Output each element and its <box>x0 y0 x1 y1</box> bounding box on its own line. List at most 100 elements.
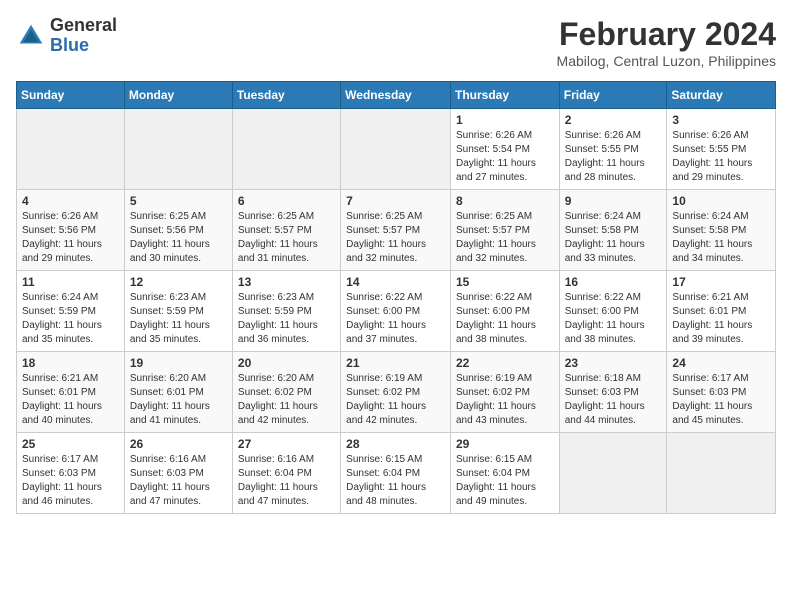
day-info: Sunrise: 6:19 AMSunset: 6:02 PMDaylight:… <box>456 372 554 428</box>
day-number: 5 <box>130 194 227 208</box>
day-number: 14 <box>346 275 445 289</box>
calendar-cell: 12 Sunrise: 6:23 AMSunset: 5:59 PMDayligh… <box>124 271 232 352</box>
day-number: 19 <box>130 356 227 370</box>
calendar-cell: 19 Sunrise: 6:20 AMSunset: 6:01 PMDayligh… <box>124 352 232 433</box>
month-year-title: February 2024 <box>557 16 776 53</box>
calendar-cell: 4 Sunrise: 6:26 AMSunset: 5:56 PMDaylight… <box>17 190 125 271</box>
week-row-3: 11Sunrise: 6:24 AMSunset: 5:59 PMDayligh… <box>17 271 776 352</box>
day-number: 21 <box>346 356 445 370</box>
day-number: 10 <box>672 194 770 208</box>
calendar-cell: 20 Sunrise: 6:20 AMSunset: 6:02 PMDayligh… <box>232 352 340 433</box>
logo-blue: Blue <box>50 36 117 56</box>
calendar-cell: 23 Sunrise: 6:18 AMSunset: 6:03 PMDayligh… <box>559 352 667 433</box>
calendar-cell <box>17 109 125 190</box>
day-info: Sunrise: 6:16 AMSunset: 6:04 PMDaylight:… <box>238 453 335 509</box>
day-info: Sunrise: 6:25 AMSunset: 5:57 PMDaylight:… <box>238 210 335 266</box>
day-number: 20 <box>238 356 335 370</box>
week-row-1: 1 Sunrise: 6:26 AMSunset: 5:54 PMDaylight… <box>17 109 776 190</box>
day-info: Sunrise: 6:15 AMSunset: 6:04 PMDaylight:… <box>346 453 445 509</box>
day-number: 16 <box>565 275 662 289</box>
day-info: Sunrise: 6:26 AMSunset: 5:56 PMDaylight:… <box>22 210 119 266</box>
day-info: Sunrise: 6:25 AMSunset: 5:57 PMDaylight:… <box>346 210 445 266</box>
day-number: 3 <box>672 113 770 127</box>
calendar-cell: 18 Sunrise: 6:21 AMSunset: 6:01 PMDayligh… <box>17 352 125 433</box>
calendar-cell: 28Sunrise: 6:15 AMSunset: 6:04 PMDayligh… <box>341 433 451 514</box>
day-info: Sunrise: 6:21 AMSunset: 6:01 PMDaylight:… <box>672 291 770 347</box>
day-info: Sunrise: 6:21 AMSunset: 6:01 PMDaylight:… <box>22 372 119 428</box>
day-number: 7 <box>346 194 445 208</box>
calendar-cell: 27 Sunrise: 6:16 AMSunset: 6:04 PMDayligh… <box>232 433 340 514</box>
logo-icon <box>16 21 46 51</box>
calendar-cell <box>124 109 232 190</box>
day-number: 18 <box>22 356 119 370</box>
day-number: 1 <box>456 113 554 127</box>
calendar-cell: 25 Sunrise: 6:17 AMSunset: 6:03 PMDayligh… <box>17 433 125 514</box>
calendar-cell: 24 Sunrise: 6:17 AMSunset: 6:03 PMDayligh… <box>667 352 776 433</box>
calendar-cell: 1 Sunrise: 6:26 AMSunset: 5:54 PMDaylight… <box>450 109 559 190</box>
day-number: 11 <box>22 275 119 289</box>
location-subtitle: Mabilog, Central Luzon, Philippines <box>557 53 776 69</box>
day-number: 15 <box>456 275 554 289</box>
day-number: 13 <box>238 275 335 289</box>
header-day-sunday: Sunday <box>17 82 125 109</box>
day-number: 4 <box>22 194 119 208</box>
day-info: Sunrise: 6:15 AMSunset: 6:04 PMDaylight:… <box>456 453 554 509</box>
calendar-cell: 11Sunrise: 6:24 AMSunset: 5:59 PMDayligh… <box>17 271 125 352</box>
day-info: Sunrise: 6:26 AMSunset: 5:54 PMDaylight:… <box>456 129 554 185</box>
header-day-friday: Friday <box>559 82 667 109</box>
calendar-cell: 21Sunrise: 6:19 AMSunset: 6:02 PMDayligh… <box>341 352 451 433</box>
calendar-cell: 3 Sunrise: 6:26 AMSunset: 5:55 PMDaylight… <box>667 109 776 190</box>
calendar-cell: 15 Sunrise: 6:22 AMSunset: 6:00 PMDayligh… <box>450 271 559 352</box>
day-number: 29 <box>456 437 554 451</box>
day-info: Sunrise: 6:20 AMSunset: 6:02 PMDaylight:… <box>238 372 335 428</box>
day-info: Sunrise: 6:23 AMSunset: 5:59 PMDaylight:… <box>130 291 227 347</box>
day-info: Sunrise: 6:25 AMSunset: 5:57 PMDaylight:… <box>456 210 554 266</box>
day-info: Sunrise: 6:23 AMSunset: 5:59 PMDaylight:… <box>238 291 335 347</box>
day-info: Sunrise: 6:26 AMSunset: 5:55 PMDaylight:… <box>565 129 662 185</box>
day-info: Sunrise: 6:17 AMSunset: 6:03 PMDaylight:… <box>22 453 119 509</box>
calendar-body: 1 Sunrise: 6:26 AMSunset: 5:54 PMDaylight… <box>17 109 776 514</box>
day-number: 12 <box>130 275 227 289</box>
day-number: 25 <box>22 437 119 451</box>
day-number: 22 <box>456 356 554 370</box>
header-day-tuesday: Tuesday <box>232 82 340 109</box>
day-number: 27 <box>238 437 335 451</box>
calendar-cell: 16 Sunrise: 6:22 AMSunset: 6:00 PMDayligh… <box>559 271 667 352</box>
header-day-thursday: Thursday <box>450 82 559 109</box>
day-info: Sunrise: 6:22 AMSunset: 6:00 PMDaylight:… <box>456 291 554 347</box>
header-day-wednesday: Wednesday <box>341 82 451 109</box>
day-info: Sunrise: 6:17 AMSunset: 6:03 PMDaylight:… <box>672 372 770 428</box>
day-number: 24 <box>672 356 770 370</box>
calendar-cell: 8 Sunrise: 6:25 AMSunset: 5:57 PMDaylight… <box>450 190 559 271</box>
day-number: 9 <box>565 194 662 208</box>
calendar-cell: 7 Sunrise: 6:25 AMSunset: 5:57 PMDaylight… <box>341 190 451 271</box>
calendar-cell: 6 Sunrise: 6:25 AMSunset: 5:57 PMDaylight… <box>232 190 340 271</box>
week-row-2: 4 Sunrise: 6:26 AMSunset: 5:56 PMDaylight… <box>17 190 776 271</box>
day-info: Sunrise: 6:22 AMSunset: 6:00 PMDaylight:… <box>565 291 662 347</box>
day-number: 17 <box>672 275 770 289</box>
day-info: Sunrise: 6:20 AMSunset: 6:01 PMDaylight:… <box>130 372 227 428</box>
calendar-cell: 17 Sunrise: 6:21 AMSunset: 6:01 PMDayligh… <box>667 271 776 352</box>
day-info: Sunrise: 6:26 AMSunset: 5:55 PMDaylight:… <box>672 129 770 185</box>
header-day-monday: Monday <box>124 82 232 109</box>
calendar-cell <box>232 109 340 190</box>
calendar-cell <box>559 433 667 514</box>
calendar-header: SundayMondayTuesdayWednesdayThursdayFrid… <box>17 82 776 109</box>
day-info: Sunrise: 6:25 AMSunset: 5:56 PMDaylight:… <box>130 210 227 266</box>
calendar-cell: 9 Sunrise: 6:24 AMSunset: 5:58 PMDaylight… <box>559 190 667 271</box>
calendar-cell: 2Sunrise: 6:26 AMSunset: 5:55 PMDaylight… <box>559 109 667 190</box>
header-row: SundayMondayTuesdayWednesdayThursdayFrid… <box>17 82 776 109</box>
title-section: February 2024 Mabilog, Central Luzon, Ph… <box>557 16 776 69</box>
logo-text: General Blue <box>50 16 117 56</box>
day-info: Sunrise: 6:24 AMSunset: 5:58 PMDaylight:… <box>565 210 662 266</box>
day-number: 23 <box>565 356 662 370</box>
calendar-cell: 29 Sunrise: 6:15 AMSunset: 6:04 PMDayligh… <box>450 433 559 514</box>
page-header: General Blue February 2024 Mabilog, Cent… <box>16 16 776 69</box>
day-info: Sunrise: 6:22 AMSunset: 6:00 PMDaylight:… <box>346 291 445 347</box>
week-row-4: 18 Sunrise: 6:21 AMSunset: 6:01 PMDayligh… <box>17 352 776 433</box>
day-number: 6 <box>238 194 335 208</box>
day-info: Sunrise: 6:18 AMSunset: 6:03 PMDaylight:… <box>565 372 662 428</box>
day-number: 8 <box>456 194 554 208</box>
day-info: Sunrise: 6:16 AMSunset: 6:03 PMDaylight:… <box>130 453 227 509</box>
day-info: Sunrise: 6:24 AMSunset: 5:58 PMDaylight:… <box>672 210 770 266</box>
